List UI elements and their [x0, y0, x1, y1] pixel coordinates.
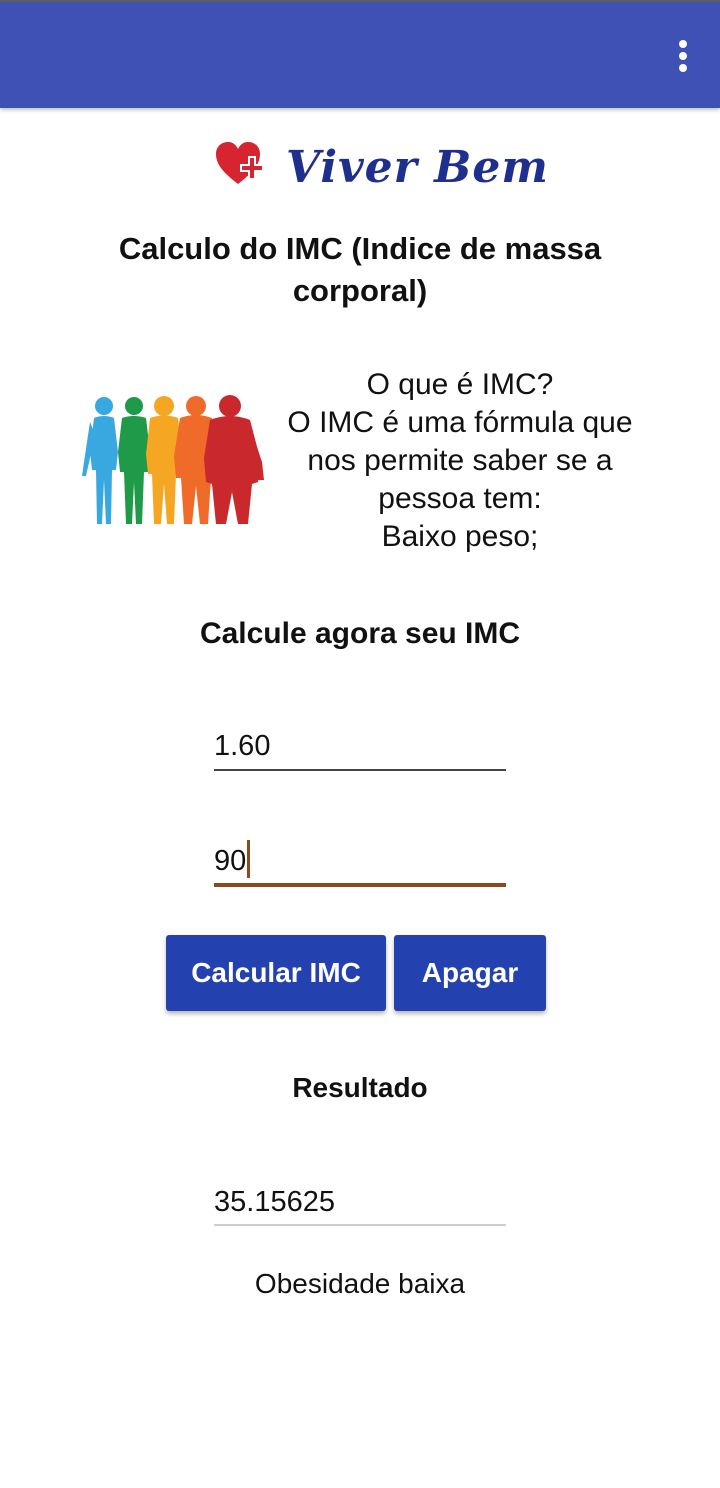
- height-input[interactable]: 1.60: [214, 726, 506, 772]
- imc-info-text: O que é IMC? O IMC é uma fórmula que nos…: [270, 366, 650, 556]
- status-bar-edge: [0, 0, 720, 2]
- result-underline: [214, 1224, 506, 1226]
- info-line: nos permite saber se a: [307, 444, 613, 477]
- result-value: 35.15625: [214, 1186, 335, 1218]
- weight-value: 90: [214, 845, 247, 877]
- logo-text: Viver Bem: [286, 142, 549, 193]
- page-title: Calculo do IMC (Indice de massa corporal…: [118, 231, 602, 308]
- app-screen: Viver Bem Calculo do IMC (Indice de mass…: [0, 0, 720, 1488]
- info-line: pessoa tem:: [378, 482, 542, 515]
- height-underline: [214, 769, 506, 771]
- body-silhouettes-illustration: [82, 395, 264, 524]
- weight-input[interactable]: 90: [214, 840, 506, 888]
- calculate-imc-button[interactable]: Calcular IMC: [166, 935, 386, 1011]
- app-bar: [0, 0, 720, 108]
- text-cursor: [247, 840, 251, 878]
- clear-button[interactable]: Apagar: [394, 935, 546, 1011]
- info-line: O IMC é uma fórmula que: [287, 406, 633, 439]
- more-vert-icon[interactable]: [668, 36, 698, 76]
- result-label: Resultado: [292, 1072, 428, 1103]
- heart-cross-icon: [216, 142, 264, 184]
- result-classification: Obesidade baixa: [254, 1268, 466, 1299]
- weight-underline-focused: [214, 883, 506, 887]
- height-value: 1.60: [214, 730, 271, 762]
- calculate-subtitle: Calcule agora seu IMC: [199, 617, 521, 650]
- info-line: Baixo peso;: [381, 520, 539, 553]
- app-logo: Viver Bem: [214, 140, 548, 196]
- result-field[interactable]: 35.15625: [214, 1182, 506, 1228]
- info-line: O que é IMC?: [366, 368, 554, 401]
